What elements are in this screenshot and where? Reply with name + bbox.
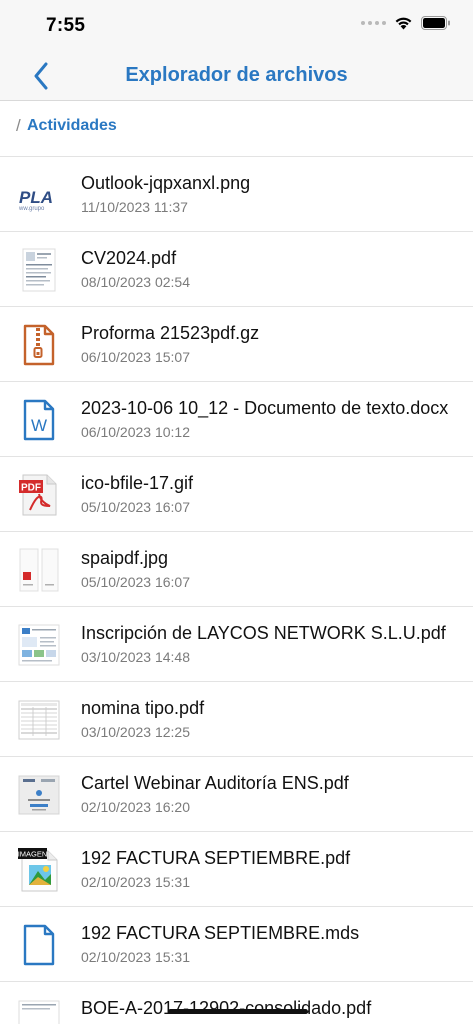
file-row[interactable]: CV2024.pdf 08/10/2023 02:54: [0, 232, 473, 307]
file-name: 2023-10-06 10_12 - Documento de texto.do…: [81, 398, 449, 418]
file-name: Inscripción de LAYCOS NETWORK S.L.U.pdf: [81, 623, 446, 643]
file-name: Proforma 21523pdf.gz: [81, 323, 260, 343]
file-row[interactable]: BOE-A-2017-12902-consolidado.pdf: [0, 982, 473, 1024]
pdf-badge-label: PDF: [21, 483, 41, 494]
battery-icon: [421, 16, 450, 30]
file-list: PLA ww.grupo Outlook-jqpxanxl.png 11/10/…: [0, 157, 473, 1024]
breadcrumb-item-actividades[interactable]: Actividades: [27, 117, 117, 135]
file-name: 192 FACTURA SEPTIEMBRE.mds: [81, 923, 360, 943]
image-badge-label: IMAGEN: [18, 850, 47, 859]
document-thumbnail: [18, 772, 60, 818]
file-date: 05/10/2023 16:07: [81, 574, 190, 590]
file-name: nomina tipo.pdf: [81, 698, 205, 718]
pdf-file-icon: PDF: [18, 472, 60, 518]
thumb-caption-text: ww.grupo: [18, 206, 45, 212]
status-time: 7:55: [46, 15, 86, 36]
image-file-icon: IMAGEN: [18, 847, 60, 893]
generic-file-icon: [18, 922, 60, 968]
status-icons: [361, 16, 451, 30]
file-row[interactable]: PDF ico-bfile-17.gif 05/10/2023 16:07: [0, 457, 473, 532]
file-name: CV2024.pdf: [81, 248, 177, 268]
zip-file-icon: [18, 322, 60, 368]
file-date: 02/10/2023 16:20: [81, 799, 190, 815]
file-date: 06/10/2023 15:07: [81, 349, 190, 365]
file-name: 192 FACTURA SEPTIEMBRE.pdf: [81, 848, 351, 868]
breadcrumb: / Actividades: [0, 102, 473, 157]
page-title: Explorador de archivos: [125, 64, 348, 86]
file-date: 06/10/2023 10:12: [81, 424, 190, 440]
file-row[interactable]: nomina tipo.pdf 03/10/2023 12:25: [0, 682, 473, 757]
file-name: Outlook-jqpxanxl.png: [81, 173, 251, 193]
file-date: 02/10/2023 15:31: [81, 949, 190, 965]
file-name: spaipdf.jpg: [81, 548, 169, 568]
document-thumbnail: [18, 247, 60, 293]
breadcrumb-separator: /: [16, 116, 21, 135]
file-row[interactable]: 192 FACTURA SEPTIEMBRE.mds 02/10/2023 15…: [0, 907, 473, 982]
file-name: ico-bfile-17.gif: [81, 473, 194, 493]
cellular-signal-icon: [361, 21, 386, 25]
document-thumbnail: [18, 997, 60, 1024]
navigation-bar: Explorador de archivos: [0, 52, 473, 101]
file-row[interactable]: IMAGEN 192 FACTURA SEPTIEMBRE.pdf 02/10/…: [0, 832, 473, 907]
home-indicator[interactable]: [168, 1009, 308, 1014]
word-file-icon: W: [18, 397, 60, 443]
file-row[interactable]: W 2023-10-06 10_12 - Documento de texto.…: [0, 382, 473, 457]
file-row[interactable]: Proforma 21523pdf.gz 06/10/2023 15:07: [0, 307, 473, 382]
image-thumbnail: PLA ww.grupo: [18, 172, 60, 218]
file-date: 02/10/2023 15:31: [81, 874, 190, 890]
file-date: 11/10/2023 11:37: [81, 199, 188, 215]
thumb-logo-text: PLA: [19, 188, 53, 207]
file-name: Cartel Webinar Auditoría ENS.pdf: [81, 773, 349, 793]
file-date: 03/10/2023 14:48: [81, 649, 190, 665]
status-bar: 7:55: [0, 0, 473, 52]
file-date: 05/10/2023 16:07: [81, 499, 190, 515]
file-row[interactable]: spaipdf.jpg 05/10/2023 16:07: [0, 532, 473, 607]
file-date: 03/10/2023 12:25: [81, 724, 190, 740]
image-thumbnail: [18, 547, 60, 593]
file-row[interactable]: PLA ww.grupo Outlook-jqpxanxl.png 11/10/…: [0, 157, 473, 232]
file-row[interactable]: Cartel Webinar Auditoría ENS.pdf 02/10/2…: [0, 757, 473, 832]
document-thumbnail: [18, 622, 60, 668]
wifi-icon: [395, 17, 412, 30]
file-row[interactable]: Inscripción de LAYCOS NETWORK S.L.U.pdf …: [0, 607, 473, 682]
word-letter: W: [31, 416, 47, 435]
file-date: 08/10/2023 02:54: [81, 274, 190, 290]
document-thumbnail: [18, 697, 60, 743]
